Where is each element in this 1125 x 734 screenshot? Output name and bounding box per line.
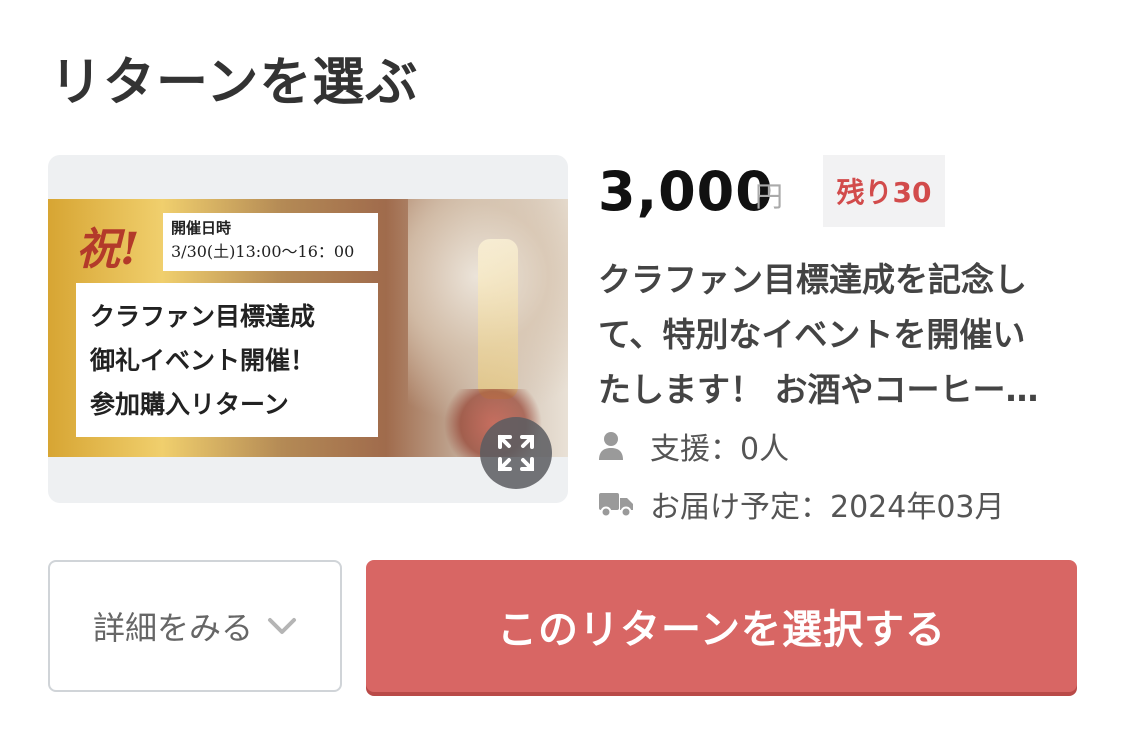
thumbnail-main-line: クラファン目標達成: [90, 302, 316, 331]
person-icon: [598, 426, 638, 466]
expand-image-button[interactable]: [480, 417, 552, 489]
thumbnail-main-line: 御礼イベント開催！: [90, 346, 316, 375]
thumbnail-date-box: 開催日時 3/30(土)13:00〜16：00: [163, 213, 378, 271]
thumbnail-celebrate-text: 祝!: [76, 224, 140, 275]
reward-thumbnail-card[interactable]: 祝! 開催日時 3/30(土)13:00〜16：00 クラファン目標達成 御礼イ…: [48, 155, 568, 503]
thumbnail-main-line: 参加購入リターン: [90, 390, 289, 419]
reward-price: 3,000: [598, 160, 774, 223]
description-line: たします！ お酒やコーヒー…: [598, 370, 1039, 409]
thumbnail-date-label: 開催日時: [171, 219, 232, 237]
chevron-down-icon: [267, 616, 297, 636]
expand-icon: [498, 435, 534, 471]
reward-description: クラファン目標達成を記念し て、特別なイベントを開催い たします！ お酒やコーヒ…: [598, 252, 1078, 417]
supporters-count-row: 支援：0人: [598, 424, 789, 468]
view-details-button[interactable]: 詳細をみる: [48, 560, 342, 692]
delivery-schedule-row: お届け予定：2024年03月: [598, 482, 1005, 526]
stock-remaining-badge: 残り30: [823, 155, 945, 227]
truck-icon: [598, 484, 638, 524]
thumbnail-date-value: 3/30(土)13:00〜16：00: [171, 242, 355, 261]
thumbnail-main-text-box: クラファン目標達成 御礼イベント開催！ 参加購入リターン: [76, 283, 378, 437]
image-decoration: [478, 239, 518, 399]
description-line: クラファン目標達成を記念し: [598, 260, 1027, 299]
view-details-label: 詳細をみる: [92, 609, 253, 647]
description-line: て、特別なイベントを開催い: [598, 315, 1026, 354]
price-unit: 円: [755, 180, 784, 213]
select-reward-button[interactable]: このリターンを選択する: [366, 560, 1077, 692]
reward-thumbnail-image[interactable]: 祝! 開催日時 3/30(土)13:00〜16：00 クラファン目標達成 御礼イ…: [48, 199, 568, 457]
section-title: リターンを選ぶ: [50, 53, 419, 113]
delivery-schedule-text: お届け予定：2024年03月: [650, 490, 1005, 525]
supporters-count-text: 支援：0人: [650, 432, 790, 467]
